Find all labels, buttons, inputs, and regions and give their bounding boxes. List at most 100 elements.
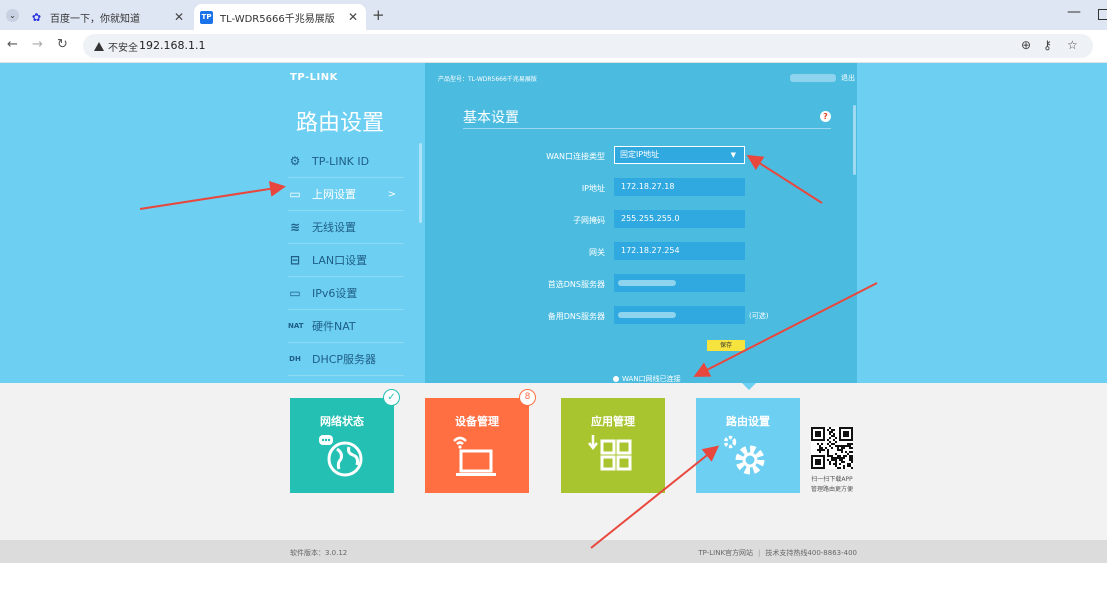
qr-caption: 扫一扫下载APP 管理路由更方便 (800, 475, 864, 495)
tile-network-status[interactable]: 网络状态 (290, 398, 394, 493)
dhcp-icon: DH (289, 355, 301, 363)
minimize-icon[interactable]: — (1067, 4, 1081, 20)
baidu-paw-icon: ✿ (31, 10, 42, 24)
laptop-icon: ▭ (289, 286, 301, 300)
sidebar-item-label: IPv6设置 (312, 287, 358, 300)
tile-label: 设备管理 (455, 415, 499, 428)
new-tab-button[interactable]: + (372, 6, 385, 24)
user-account (790, 74, 836, 82)
wifi-icon: ≋ (289, 220, 301, 234)
tab-baidu[interactable]: ✿ 百度一下，你就知道 ✕ (24, 4, 192, 30)
sidebar-item-label: LAN口设置 (312, 254, 368, 267)
wan-type-value: 固定IP地址 (620, 150, 660, 159)
tile-app-management[interactable]: 应用管理 (561, 398, 665, 493)
sidebar-item-label: 硬件NAT (312, 320, 356, 333)
warning-icon (94, 41, 104, 51)
qr-code-icon (811, 427, 853, 469)
browser-toolbar: ← → ↻ 不安全 192.168.1.1 ⊕ ⚷ ☆ (0, 30, 1107, 63)
tile-label: 网络状态 (320, 415, 364, 428)
app-grid-icon (588, 435, 632, 471)
divider (463, 128, 831, 129)
dns1-input[interactable] (614, 274, 745, 292)
wan-type-select[interactable]: 固定IP地址 ▼ (614, 146, 745, 164)
reload-icon[interactable]: ↻ (57, 37, 68, 52)
dns2-input[interactable] (614, 306, 745, 324)
page-title: 路由设置 (295, 111, 384, 136)
product-model: 产品型号：TL-WDR5666千兆易展版 (438, 76, 537, 83)
content-scrollbar[interactable] (853, 105, 856, 175)
security-chip[interactable]: 不安全 (88, 37, 144, 55)
tab-title: 百度一下，你就知道 (50, 13, 140, 25)
gateway-input[interactable]: 172.18.27.254 (614, 242, 745, 260)
sidebar-item-label: DHCP服务器 (312, 353, 377, 366)
forward-arrow-icon[interactable]: → (32, 37, 43, 52)
dns1-label: 首选DNS服务器 (547, 280, 605, 289)
tab-list-chevron-icon[interactable]: ⌄ (6, 9, 19, 22)
caret-down-icon: ▼ (730, 151, 736, 159)
ip-input[interactable]: 172.18.27.18 (614, 178, 745, 196)
footer-links: TP-LINK官方网站 | 技术支持热线400-8863-400 (698, 549, 857, 557)
gear-icon: ⚙ (289, 154, 301, 168)
url-text[interactable]: 192.168.1.1 (139, 39, 205, 52)
support-hotline: 技术支持热线400-8863-400 (765, 549, 857, 557)
lan-port-icon: ⊟ (289, 253, 301, 267)
globe-chat-icon (319, 435, 363, 477)
optional-note: (可选) (749, 312, 769, 320)
browser-tab-bar: ⌄ ✿ 百度一下，你就知道 ✕ TP TL-WDR5666千兆易展版 ✕ + — (0, 0, 1107, 30)
footer: 软件版本：3.0.12 TP-LINK官方网站 | 技术支持热线400-8863-4… (0, 540, 1107, 563)
tile-label: 路由设置 (726, 415, 770, 428)
qr-caption-line1: 扫一扫下载APP (811, 476, 853, 483)
sidebar-item-label: 无线设置 (312, 221, 356, 234)
star-icon[interactable]: ☆ (1067, 38, 1078, 52)
save-button[interactable]: 保存 (707, 340, 745, 351)
section-title: 基本设置 (463, 110, 519, 126)
tplink-favicon: TP (200, 10, 213, 24)
sidebar-item[interactable]: ⚙ TP-LINK ID (288, 145, 404, 178)
tab-router[interactable]: TP TL-WDR5666千兆易展版 ✕ (194, 4, 366, 30)
restore-icon[interactable] (1098, 9, 1107, 20)
back-arrow-icon[interactable]: ← (7, 37, 18, 52)
nat-icon: NAT (288, 322, 304, 330)
quick-nav-area (0, 383, 1107, 540)
check-badge-icon: ✓ (383, 389, 400, 406)
tile-router-settings[interactable]: 路由设置 (696, 398, 800, 493)
ip-label: IP地址 (581, 184, 605, 193)
sidebar-item[interactable]: DH DHCP服务器 (288, 343, 404, 376)
laptop-icon: ▭ (289, 187, 301, 201)
sidebar-item-label: 上网设置 (312, 188, 356, 201)
gateway-label: 网关 (589, 248, 605, 257)
close-icon[interactable]: ✕ (174, 10, 184, 24)
gears-icon (723, 435, 765, 475)
sidebar-item[interactable]: ≋ 无线设置 (288, 211, 404, 244)
sidebar-item[interactable]: NAT 硬件NAT (288, 310, 404, 343)
active-tile-pointer (742, 383, 756, 390)
menu-scrollbar[interactable] (419, 143, 422, 223)
tplink-logo: TP-LINK (290, 72, 338, 83)
official-site-link[interactable]: TP-LINK官方网站 (698, 549, 753, 557)
key-icon[interactable]: ⚷ (1043, 38, 1052, 52)
qr-caption-line2: 管理路由更方便 (810, 486, 853, 493)
zoom-icon[interactable]: ⊕ (1021, 38, 1031, 52)
sidebar-item-label: TP-LINK ID (312, 154, 370, 168)
close-icon[interactable]: ✕ (348, 10, 358, 24)
sidebar-item[interactable]: ▭ 上网设置 > (288, 178, 404, 211)
dns2-label: 备用DNS服务器 (547, 312, 605, 321)
software-version: 软件版本：3.0.12 (290, 549, 348, 557)
tile-label: 应用管理 (591, 415, 635, 428)
device-count-badge: 8 (519, 389, 536, 406)
sidebar-item[interactable]: ⊟ LAN口设置 (288, 244, 404, 277)
settings-menu: ⚙ TP-LINK ID ▭ 上网设置 > ≋ 无线设置 ⊟ LAN口设置 ▭ IPv6设置 NAT 硬… (288, 145, 404, 383)
basic-settings-panel: 产品型号：TL-WDR5666千兆易展版 退出 基本设置 ? WAN口连接类型 … (425, 63, 857, 383)
help-icon[interactable]: ? (820, 111, 831, 122)
sidebar-item[interactable]: ▭ IPv6设置 (288, 277, 404, 310)
wan-type-label: WAN口连接类型 (546, 152, 605, 161)
tile-device-management[interactable]: 设备管理 (425, 398, 529, 493)
logout-link[interactable]: 退出 (841, 73, 855, 83)
status-dot-icon (613, 376, 619, 382)
laptop-wifi-icon (453, 436, 496, 476)
security-label: 不安全 (108, 42, 138, 54)
mask-label: 子网掩码 (573, 216, 605, 225)
wan-status-text: WAN口网线已连接 (622, 375, 681, 383)
mask-input[interactable]: 255.255.255.0 (614, 210, 745, 228)
address-bar[interactable]: 不安全 192.168.1.1 ⊕ ⚷ ☆ (83, 34, 1093, 58)
